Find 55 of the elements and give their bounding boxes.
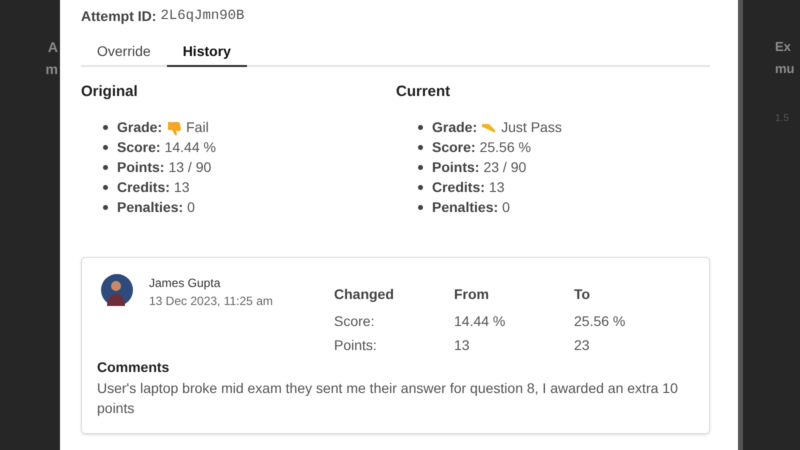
column-header: To [574, 284, 592, 304]
bullet-icon [418, 165, 423, 170]
field-value: 0 [187, 198, 195, 217]
attempt-id: 2L6qJmn90B [160, 7, 244, 26]
section-heading: Current [396, 82, 452, 102]
background-text: mu [775, 60, 794, 78]
user-name: James Gupta [149, 274, 222, 292]
field-value: 25.56 % [480, 138, 531, 157]
table-cell-text: 23 [574, 336, 591, 354]
field-value: 13 [174, 178, 190, 197]
field-value: Just Pass [501, 118, 562, 137]
field-label: Grade: [432, 118, 478, 137]
field-label: Score: [432, 138, 476, 157]
bullet-icon [418, 205, 423, 210]
field-value: 23 / 90 [483, 158, 526, 177]
bullet-icon [103, 205, 108, 210]
comment-text: User's laptop broke mid exam they sent me their answer for question 8, I awarded an extra 10 points [97, 378, 679, 418]
bullet-icon [418, 125, 423, 130]
field-label: Points: [432, 158, 480, 177]
table-cell-text: 13 [454, 336, 471, 354]
field-value: Fail [186, 118, 209, 137]
field-label: Credits: [432, 178, 485, 197]
field-label: Credits: [117, 178, 170, 197]
field-label: Score: [117, 138, 161, 157]
bullet-icon [103, 165, 108, 170]
bullet-icon [103, 125, 108, 130]
attempt-label: Attempt ID: [81, 7, 156, 26]
change-date: 13 Dec 2023, 11:25 am [149, 292, 273, 310]
table-cell-text: Score: [334, 312, 376, 330]
bullet-icon [418, 185, 423, 190]
thumbs-down-icon [166, 120, 182, 136]
column-header: From [454, 284, 490, 304]
field-label: Penalties: [432, 198, 498, 217]
background-text: Ex [775, 38, 791, 56]
field-value: 13 [488, 178, 504, 197]
field-value: 14.44 % [164, 138, 216, 157]
field-value: 13 / 90 [168, 158, 212, 177]
field-label: Grade: [117, 118, 162, 137]
avatar [101, 274, 133, 306]
background-text: m [46, 60, 58, 79]
column-header: Changed [334, 284, 395, 304]
background-text: A [48, 38, 58, 57]
table-cell-text: 14.44 % [454, 312, 506, 330]
tab[interactable]: History [166, 37, 247, 67]
bullet-icon [103, 185, 108, 190]
bullet-icon [103, 145, 108, 150]
table-cell-text: Points: [334, 336, 378, 354]
tab[interactable]: Override [81, 37, 167, 67]
table-cell-text: 25.56 % [574, 312, 626, 330]
field-value: 0 [502, 198, 510, 217]
section-heading: Original [81, 82, 139, 102]
bullet-icon [418, 145, 423, 150]
field-label: Points: [117, 158, 164, 177]
field-label: Penalties: [117, 198, 184, 217]
comments-heading: Comments [97, 358, 170, 376]
